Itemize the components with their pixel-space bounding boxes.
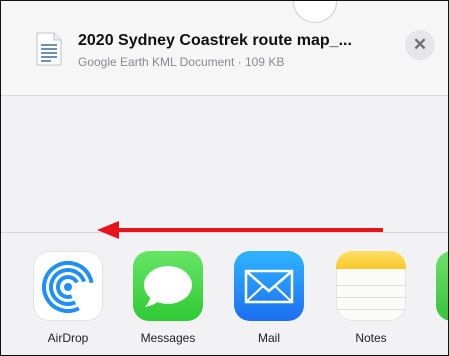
app-label: Messages <box>140 331 196 345</box>
red-arrow-annotation <box>97 221 383 239</box>
app-label: AirDrop <box>47 331 89 345</box>
file-subtitle: Google Earth KML Document · 109 KB <box>78 55 285 69</box>
share-apps-row[interactable]: AirDrop Messages Mail Notes <box>1 232 448 355</box>
share-sheet-header: 2020 Sydney Coastrek route map_... Googl… <box>1 1 448 96</box>
share-app-partial[interactable]: W <box>431 251 448 345</box>
share-sheet: 2020 Sydney Coastrek route map_... Googl… <box>0 0 449 356</box>
close-icon: ✕ <box>412 35 428 54</box>
file-title: 2020 Sydney Coastrek route map_... <box>78 32 352 49</box>
share-app-notes[interactable]: Notes <box>331 251 411 345</box>
document-icon <box>36 32 62 66</box>
close-button[interactable]: ✕ <box>405 30 435 60</box>
mail-icon <box>234 251 304 321</box>
messages-icon <box>133 251 203 321</box>
notes-icon <box>336 251 406 321</box>
share-app-airdrop[interactable]: AirDrop <box>28 251 108 345</box>
app-label: Mail <box>257 331 280 345</box>
preview-area <box>1 96 448 231</box>
app-icon <box>436 251 448 321</box>
share-app-mail[interactable]: Mail <box>229 251 309 345</box>
airdrop-icon <box>33 251 103 321</box>
share-app-messages[interactable]: Messages <box>128 251 208 345</box>
app-label: Notes <box>355 331 387 345</box>
app-label: W <box>431 331 448 345</box>
sheet-grabber <box>293 1 337 23</box>
